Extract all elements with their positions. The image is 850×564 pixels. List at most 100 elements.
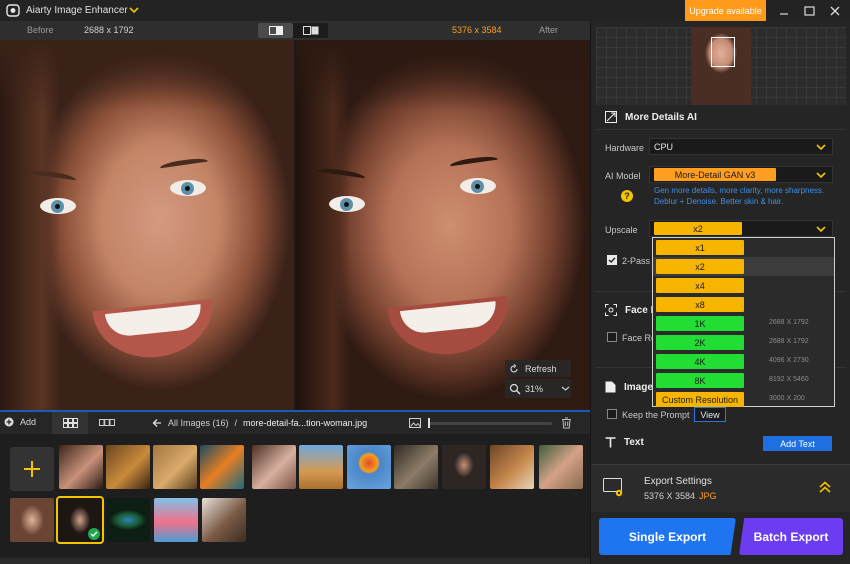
thumbnail-size-slider[interactable] [428, 418, 552, 428]
refresh-button[interactable]: Refresh [505, 360, 571, 377]
upscale-option[interactable]: 8K 8192 X 5460 [653, 371, 834, 390]
thumbnail-couple-dancing[interactable] [202, 498, 246, 542]
keep-prompt-checkbox[interactable] [607, 409, 617, 419]
upscale-option[interactable]: 1K 2688 X 1792 [653, 314, 834, 333]
chevron-down-icon[interactable] [129, 5, 139, 15]
split-divider[interactable] [294, 40, 296, 410]
text-icon [605, 437, 616, 448]
minimize-icon [780, 12, 788, 15]
zoom-icon [509, 383, 521, 394]
upscale-option[interactable]: Custom Resolution 3000 X 200 [653, 390, 834, 409]
double-chevron-up-icon[interactable] [819, 481, 831, 493]
thumbnail-smiling-woman[interactable] [10, 498, 54, 542]
add-label: Add [20, 417, 37, 427]
single-export-button[interactable]: Single Export [599, 518, 736, 555]
split-view-button[interactable] [258, 23, 293, 38]
split-view-icon [268, 26, 283, 35]
thumbnail-woman-curly-hair[interactable] [252, 445, 296, 489]
upscale-option-resolution: 2688 X 1792 [769, 319, 809, 326]
title-bar: Aiarty Image Enhancer Upgrade available [0, 0, 850, 21]
add-image-tile[interactable] [10, 447, 54, 491]
side-by-side-view-button[interactable] [293, 23, 328, 38]
upscale-option[interactable]: x8 [653, 295, 834, 314]
upscale-select[interactable]: x2 [649, 220, 833, 237]
upscale-option[interactable]: 4K 4096 X 2730 [653, 352, 834, 371]
side-by-side-icon [302, 26, 318, 35]
batch-export-button[interactable]: Batch Export [739, 518, 843, 555]
upscale-label: Upscale [605, 225, 638, 235]
zoom-control[interactable]: 31% [505, 379, 571, 398]
export-settings-title: Export Settings [644, 476, 712, 487]
breadcrumb: All Images (16) / more-detail-fa...tion-… [152, 418, 367, 428]
image-gallery [0, 434, 590, 558]
add-images-button[interactable]: Add [4, 417, 36, 427]
upgrade-button[interactable]: Upgrade available [685, 0, 766, 21]
filmstrip-icon [99, 419, 115, 426]
add-text-button[interactable]: Add Text [763, 436, 832, 451]
close-icon [830, 6, 840, 15]
face-recovery-label: Face Re [622, 333, 657, 343]
gallery-toolbar: Add All Images (16) / more-detail-fa...t… [0, 410, 590, 434]
thumbnail-woman-dark-hair[interactable] [56, 496, 104, 544]
slider-handle[interactable] [428, 418, 430, 428]
arrow-left-icon[interactable] [152, 418, 162, 428]
thumbnail-squirrels[interactable] [490, 445, 534, 489]
upscale-option[interactable]: x4 [653, 276, 834, 295]
trash-icon[interactable] [561, 417, 572, 429]
thumbnail-hot-air-balloon[interactable] [347, 445, 391, 489]
export-summary: 5376 X 3584 JPG [644, 491, 717, 501]
refresh-icon [510, 363, 518, 373]
navigator-preview[interactable] [596, 27, 846, 105]
view-prompt-button[interactable]: View [694, 407, 726, 422]
grid-view-button[interactable] [52, 412, 88, 434]
viewport-frame[interactable] [711, 37, 735, 67]
face-recovery-checkbox[interactable] [607, 332, 617, 342]
thumbnail-peacock-feather[interactable] [106, 498, 150, 542]
upscale-option[interactable]: x1 [653, 238, 834, 257]
export-dimensions: 5376 X 3584 [644, 491, 696, 501]
upscale-option-label: x2 [656, 259, 744, 274]
grid-icon [62, 418, 78, 428]
image-viewer[interactable]: Refresh 31% [0, 40, 590, 410]
hardware-select[interactable]: CPU [649, 138, 833, 155]
upscale-option[interactable]: 2K 2688 X 1792 [653, 333, 834, 352]
two-pass-checkbox[interactable] [607, 255, 617, 265]
thumbnail-lioness[interactable] [153, 445, 197, 489]
upscale-option-label: x8 [656, 297, 744, 312]
current-file-name: more-detail-fa...tion-woman.jpg [243, 418, 368, 428]
chevron-down-icon [816, 172, 826, 179]
check-icon [608, 257, 616, 263]
upscale-option-label: 1K [656, 316, 744, 331]
thumbnail-coral-reef[interactable] [200, 445, 244, 489]
filmstrip-view-button[interactable] [92, 412, 122, 434]
minimize-button[interactable] [776, 3, 792, 18]
thumbnail-group-selfie[interactable] [539, 445, 583, 489]
maximize-button[interactable] [801, 3, 817, 18]
thumbnail-man-portrait[interactable] [442, 445, 486, 489]
export-settings-icon [603, 478, 623, 497]
upscale-option[interactable]: x2 [653, 257, 834, 276]
app-logo-icon [6, 4, 20, 17]
export-format: JPG [699, 491, 717, 501]
zoom-value: 31% [525, 383, 544, 394]
thumbnail-flamingo[interactable] [154, 498, 198, 542]
chevron-down-icon [561, 386, 570, 391]
settings-panel: More Details AI Hardware CPU AI Model Mo… [590, 21, 850, 564]
thumbnail-owl[interactable] [394, 445, 438, 489]
all-images-link[interactable]: All Images (16) [168, 418, 229, 428]
close-button[interactable] [827, 3, 843, 18]
thumbnail-lion-cub-family[interactable] [106, 445, 150, 489]
text-section-title: Text [624, 437, 644, 448]
status-strip [0, 558, 590, 564]
enhance-icon [605, 111, 617, 123]
upscale-dropdown-menu: x1 x2 x4 x8 1K 2688 X 1792 2K 2688 X 1792 4K 4096… [652, 237, 835, 407]
thumbnail-portrait-glasses[interactable] [59, 445, 103, 489]
ai-model-select[interactable]: More-Detail GAN v3 [649, 166, 833, 183]
export-settings[interactable]: Export Settings 5376 X 3584 JPG [591, 464, 850, 512]
before-dimensions: 2688 x 1792 [84, 25, 134, 35]
hardware-label: Hardware [605, 143, 645, 153]
thumbnail-lion-cub-sky[interactable] [299, 445, 343, 489]
plus-icon [24, 461, 40, 477]
refresh-label: Refresh [525, 363, 557, 374]
help-icon[interactable]: ? [621, 190, 633, 202]
